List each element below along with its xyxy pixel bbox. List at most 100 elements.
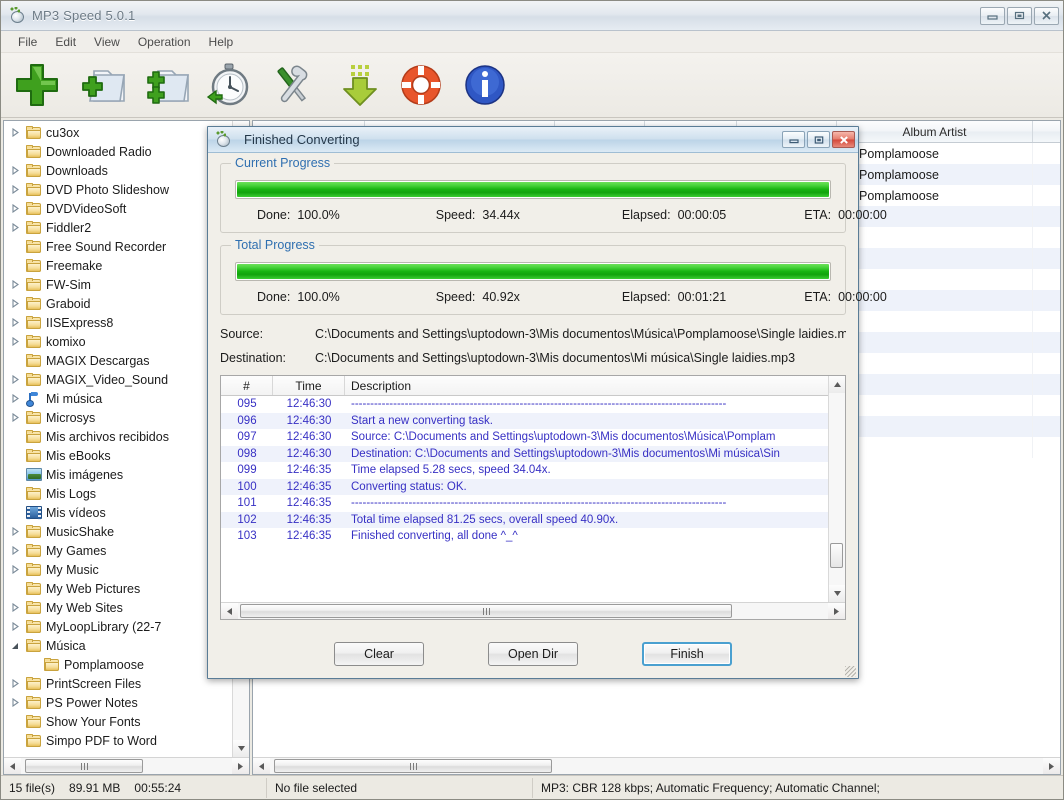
expand-arrow-icon[interactable] (6, 204, 24, 213)
convert-download-icon[interactable] (329, 57, 385, 113)
expand-arrow-icon[interactable] (6, 128, 24, 137)
tree-item[interactable]: IISExpress8 (4, 313, 232, 332)
menu-file[interactable]: File (9, 33, 46, 51)
tree-item[interactable]: PrintScreen Files (4, 674, 232, 693)
file-list-horizontal-scrollbar[interactable] (253, 757, 1060, 774)
tree-scroll-down-icon[interactable] (233, 740, 249, 757)
tree-item[interactable]: My Web Sites (4, 598, 232, 617)
expand-arrow-icon[interactable] (6, 679, 24, 688)
tree-item[interactable]: MyLoopLibrary (22-7 (4, 617, 232, 636)
log-column-header[interactable]: Time (273, 376, 345, 395)
expand-arrow-icon[interactable] (6, 413, 24, 422)
log-row[interactable]: 102 12:46:35 Total time elapsed 81.25 secs… (221, 511, 828, 528)
expand-arrow-icon[interactable] (6, 698, 24, 707)
log-scroll-down-icon[interactable] (829, 585, 845, 602)
dialog-maximize-button[interactable] (807, 131, 830, 148)
tree-hscroll-track[interactable] (21, 758, 232, 774)
column-header[interactable]: Album Artist (837, 121, 1033, 142)
tree-item[interactable]: Mis Logs (4, 484, 232, 503)
tree-item[interactable]: cu3ox (4, 123, 232, 142)
tree-hscroll-left-icon[interactable] (4, 758, 21, 774)
tree-item[interactable]: Fiddler2 (4, 218, 232, 237)
expand-arrow-icon[interactable] (6, 223, 24, 232)
tree-item[interactable]: My Games (4, 541, 232, 560)
folder-tree[interactable]: cu3ox Downloaded Radio Downloads DVD Photo … (4, 121, 232, 757)
log-row[interactable]: 100 12:46:35 Converting status: OK. (221, 478, 828, 495)
info-about-icon[interactable] (457, 57, 513, 113)
expand-arrow-icon[interactable] (6, 546, 24, 555)
tree-item[interactable]: My Music (4, 560, 232, 579)
expand-arrow-icon[interactable] (6, 337, 24, 346)
expand-arrow-icon[interactable] (6, 394, 24, 403)
log-row[interactable]: 097 12:46:30 Source: C:\Documents and Sett… (221, 429, 828, 446)
tree-item[interactable]: MAGIX_Video_Sound (4, 370, 232, 389)
tree-item[interactable]: Microsys (4, 408, 232, 427)
add-folder-icon[interactable] (73, 57, 129, 113)
expand-arrow-icon[interactable] (6, 166, 24, 175)
stopwatch-speed-icon[interactable] (201, 57, 257, 113)
log-horizontal-scrollbar[interactable] (221, 602, 845, 619)
tree-item[interactable]: DVDVideoSoft (4, 199, 232, 218)
tree-item[interactable]: FW-Sim (4, 275, 232, 294)
dialog-minimize-button[interactable] (782, 131, 805, 148)
expand-arrow-icon[interactable] (6, 603, 24, 612)
tree-item[interactable]: Mis archivos recibidos (4, 427, 232, 446)
expand-arrow-icon[interactable] (6, 280, 24, 289)
tree-item[interactable]: Mi música (4, 389, 232, 408)
list-hscroll-right-icon[interactable] (1043, 758, 1060, 774)
tree-item[interactable]: komixo (4, 332, 232, 351)
log-column-header[interactable]: # (221, 376, 273, 395)
expand-arrow-icon[interactable] (6, 622, 24, 631)
tools-options-icon[interactable] (265, 57, 321, 113)
open-dir-button[interactable]: Open Dir (488, 642, 578, 666)
log-hscroll-thumb[interactable] (240, 604, 732, 618)
log-row[interactable]: 101 12:46:35 -----------------------------… (221, 495, 828, 512)
tree-item[interactable]: MAGIX Descargas (4, 351, 232, 370)
menu-help[interactable]: Help (200, 33, 243, 51)
minimize-button[interactable] (980, 6, 1005, 25)
log-scroll-track[interactable] (829, 393, 845, 585)
log-row[interactable]: 103 12:46:35 Finished converting, all done… (221, 528, 828, 545)
tree-item[interactable]: Downloaded Radio (4, 142, 232, 161)
expand-arrow-icon[interactable] (6, 299, 24, 308)
tree-item[interactable]: Show Your Fonts (4, 712, 232, 731)
tree-horizontal-scrollbar[interactable] (4, 757, 249, 774)
tree-hscroll-thumb[interactable] (25, 759, 143, 773)
log-row[interactable]: 095 12:46:30 -----------------------------… (221, 396, 828, 413)
log-scroll-up-icon[interactable] (829, 376, 845, 393)
lifebuoy-help-icon[interactable] (393, 57, 449, 113)
expand-arrow-icon[interactable] (6, 375, 24, 384)
menu-view[interactable]: View (85, 33, 129, 51)
log-row[interactable]: 096 12:46:30 Start a new converting task. (221, 412, 828, 429)
tree-item[interactable]: Downloads (4, 161, 232, 180)
tree-item[interactable]: Mis vídeos (4, 503, 232, 522)
expand-arrow-icon[interactable] (6, 318, 24, 327)
menu-edit[interactable]: Edit (46, 33, 85, 51)
log-row[interactable]: 098 12:46:30 Destination: C:\Documents and… (221, 445, 828, 462)
expand-arrow-icon[interactable] (6, 565, 24, 574)
dialog-resize-grip[interactable] (845, 666, 856, 677)
close-button[interactable] (1034, 6, 1059, 25)
tree-item[interactable]: Freemake (4, 256, 232, 275)
tree-item[interactable]: MusicShake (4, 522, 232, 541)
tree-item[interactable]: Free Sound Recorder (4, 237, 232, 256)
tree-item[interactable]: My Web Pictures (4, 579, 232, 598)
finish-button[interactable]: Finish (642, 642, 732, 666)
clear-button[interactable]: Clear (334, 642, 424, 666)
log-rows[interactable]: 095 12:46:30 -----------------------------… (221, 396, 828, 602)
maximize-button[interactable] (1007, 6, 1032, 25)
dialog-close-button[interactable] (832, 131, 855, 148)
tree-item[interactable]: Música (4, 636, 232, 655)
log-hscroll-left-icon[interactable] (221, 603, 238, 619)
add-files-icon[interactable] (9, 57, 65, 113)
tree-item[interactable]: Mis eBooks (4, 446, 232, 465)
list-hscroll-left-icon[interactable] (253, 758, 270, 774)
expand-arrow-icon[interactable] (6, 527, 24, 536)
menu-operation[interactable]: Operation (129, 33, 200, 51)
log-column-header[interactable]: Description (345, 376, 828, 395)
tree-hscroll-right-icon[interactable] (232, 758, 249, 774)
tree-item[interactable]: Pomplamoose (4, 655, 232, 674)
add-folder-recursive-icon[interactable] (137, 57, 193, 113)
log-row[interactable]: 099 12:46:35 Time elapsed 5.28 secs, speed… (221, 462, 828, 479)
log-hscroll-track[interactable] (238, 603, 828, 619)
